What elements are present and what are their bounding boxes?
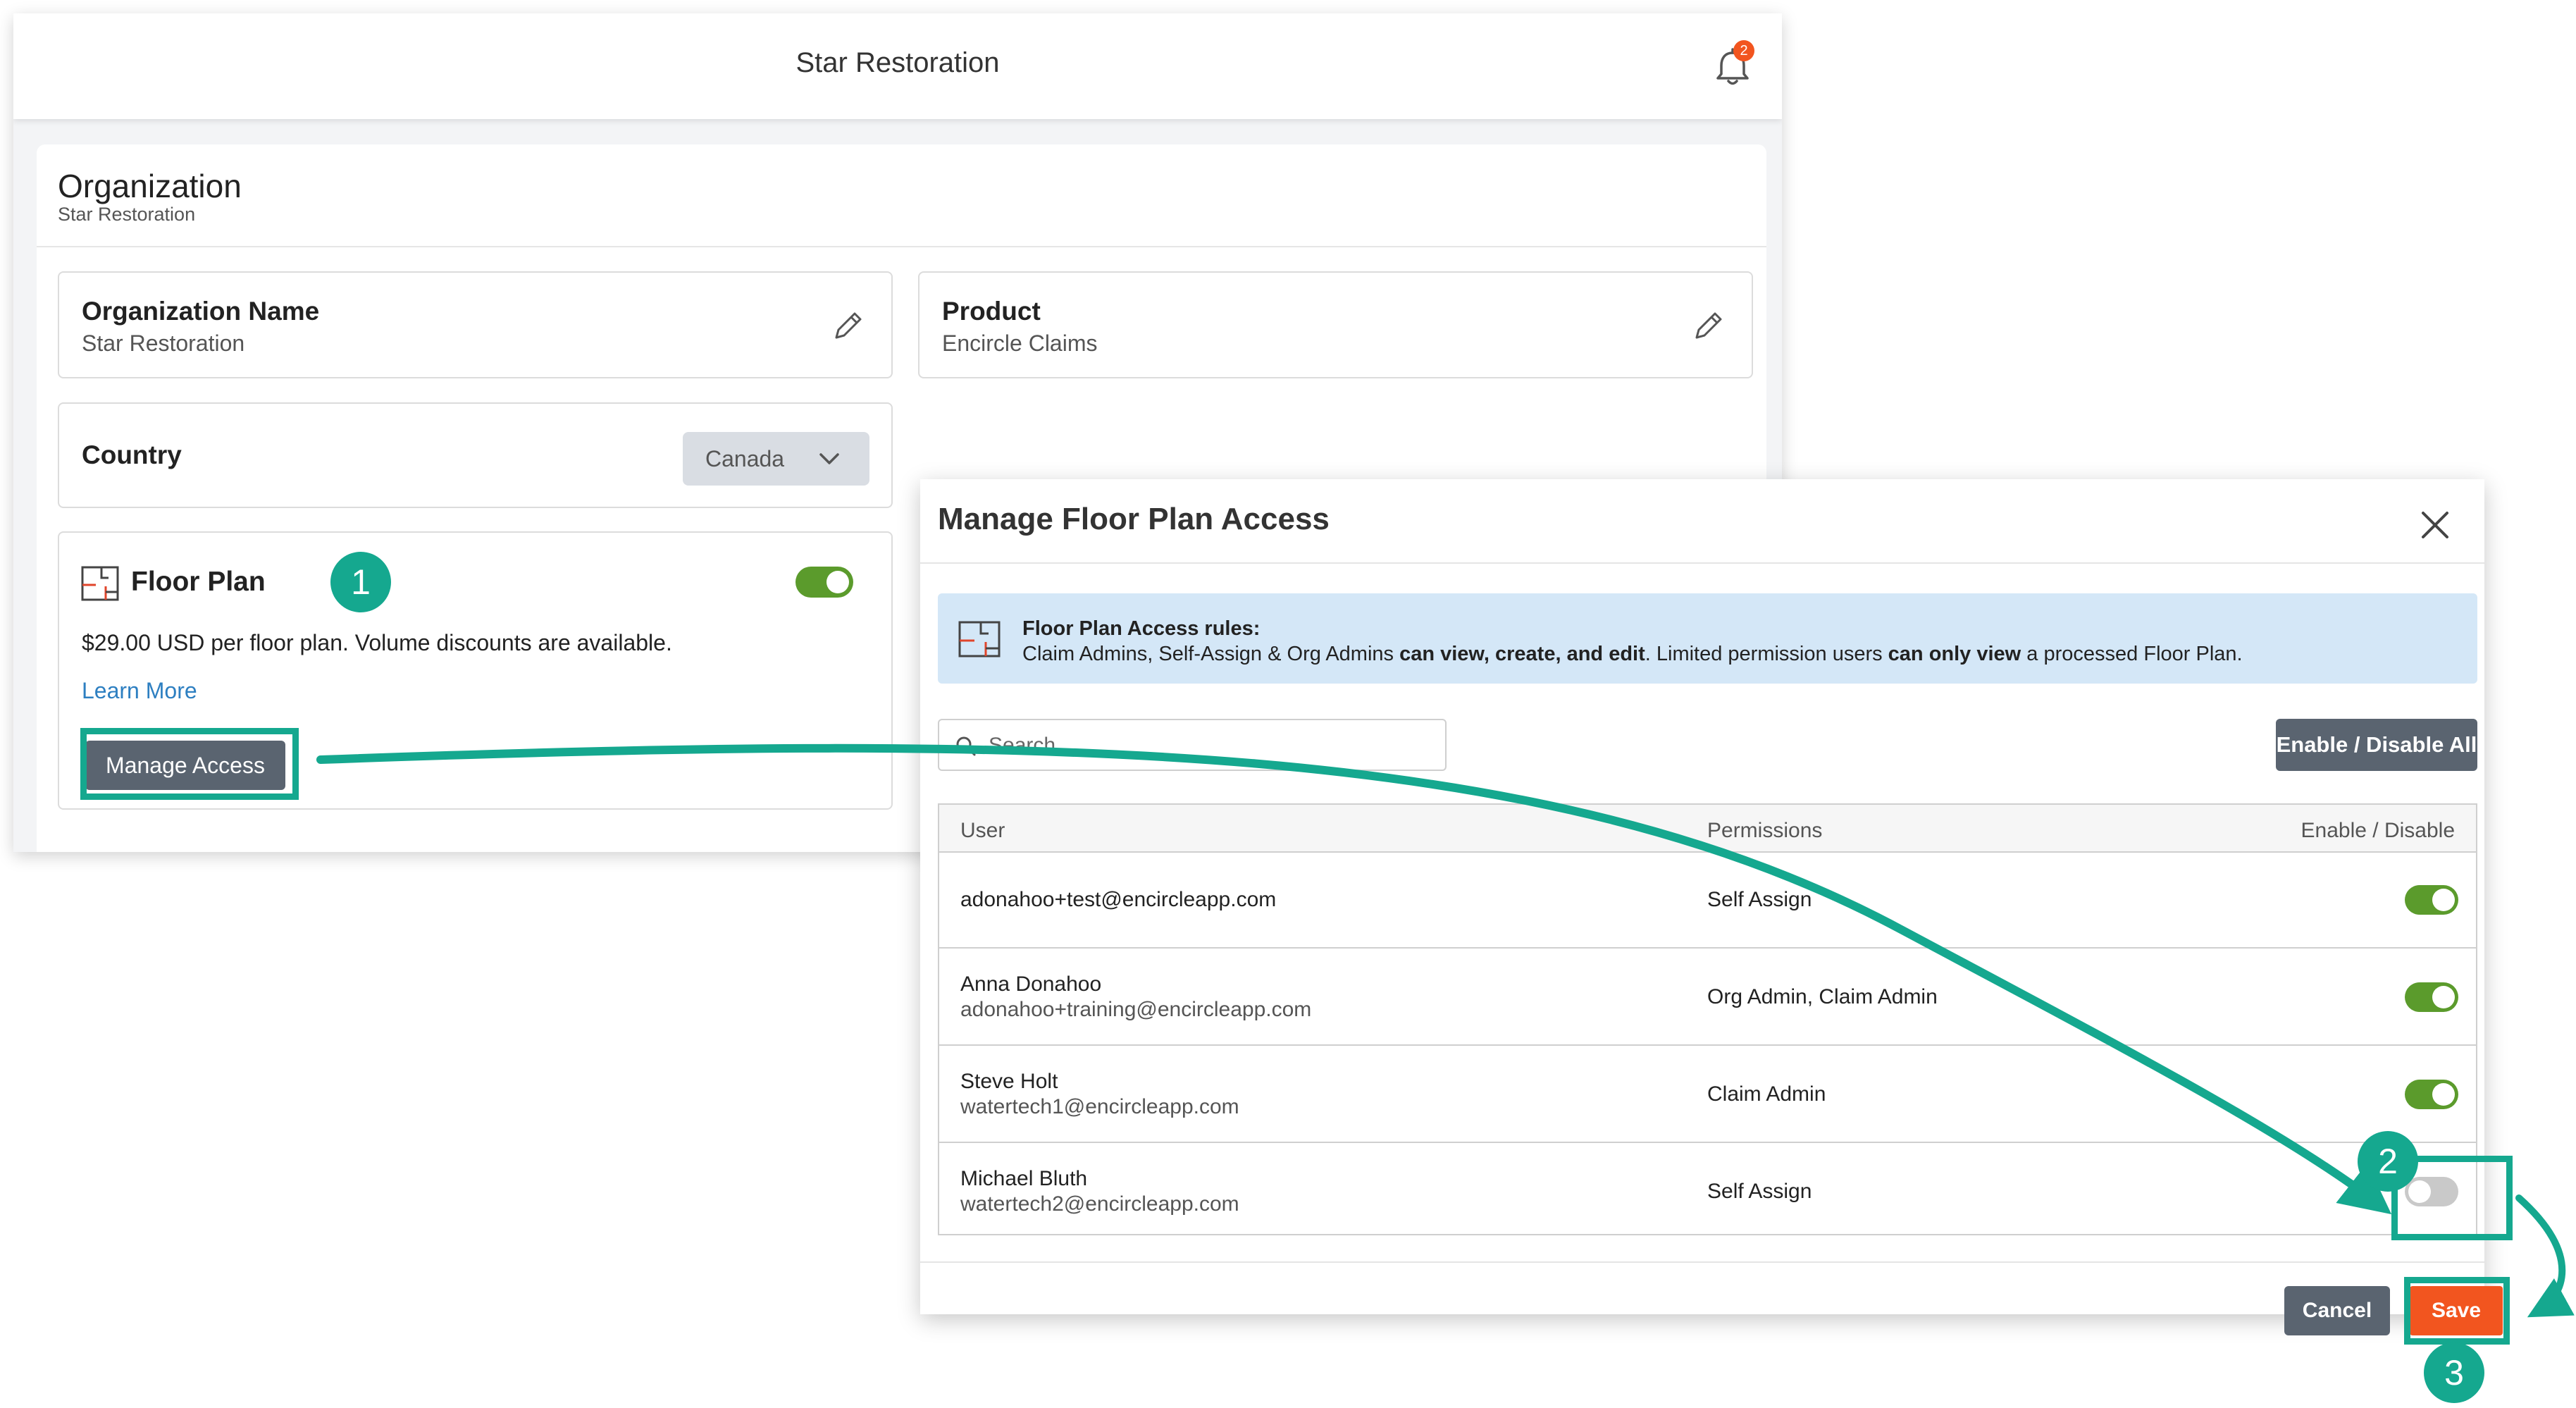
user-name: Michael Bluth bbox=[960, 1167, 1088, 1190]
top-bar: Star Restoration 2 bbox=[13, 13, 1782, 119]
save-highlight bbox=[2404, 1277, 2510, 1345]
search-input[interactable] bbox=[989, 727, 1425, 764]
page-title: Organization bbox=[58, 168, 242, 204]
modal-title: Manage Floor Plan Access bbox=[938, 502, 1330, 536]
user-email: adonahoo+test@encircleapp.com bbox=[960, 888, 1277, 911]
divider bbox=[920, 562, 2484, 564]
search-box bbox=[938, 719, 1447, 771]
enable-disable-all-button[interactable]: Enable / Disable All bbox=[2276, 719, 2477, 771]
access-rules-info-box: Floor Plan Access rules: Claim Admins, S… bbox=[938, 593, 2477, 684]
user-enable-toggle[interactable] bbox=[2405, 1080, 2458, 1109]
chevron-down-icon bbox=[819, 453, 839, 464]
user-name: Anna Donahoo bbox=[960, 972, 1102, 996]
product-value: Encircle Claims bbox=[942, 331, 1098, 356]
user-table: User Permissions Enable / Disable adonah… bbox=[938, 803, 2477, 1235]
search-icon bbox=[956, 736, 976, 756]
divider bbox=[37, 246, 1766, 247]
organization-name-card: Organization Name Star Restoration bbox=[58, 271, 893, 378]
user-permissions: Claim Admin bbox=[1707, 1082, 1826, 1106]
user-permissions: Self Assign bbox=[1707, 888, 1812, 911]
notification-count-badge: 2 bbox=[1733, 40, 1754, 61]
product-card: Product Encircle Claims bbox=[918, 271, 1753, 378]
learn-more-link[interactable]: Learn More bbox=[82, 678, 197, 704]
organization-name-label: Organization Name bbox=[82, 297, 320, 326]
column-header-permissions: Permissions bbox=[1707, 819, 1823, 842]
user-enable-toggle[interactable] bbox=[2405, 885, 2458, 915]
country-select[interactable]: Canada bbox=[683, 432, 869, 486]
country-select-value: Canada bbox=[705, 446, 785, 471]
table-header: User Permissions Enable / Disable bbox=[939, 805, 2476, 853]
floor-plan-toggle[interactable] bbox=[795, 567, 853, 598]
pencil-edit-icon[interactable] bbox=[831, 308, 866, 343]
app-title: Star Restoration bbox=[795, 47, 1000, 78]
close-icon[interactable] bbox=[2410, 500, 2460, 550]
column-header-user: User bbox=[960, 819, 1005, 842]
organization-name-value: Star Restoration bbox=[82, 331, 245, 356]
table-row: Michael Bluth watertech2@encircleapp.com… bbox=[939, 1144, 2476, 1240]
user-enable-toggle[interactable] bbox=[2405, 982, 2458, 1012]
user-email: watertech2@encircleapp.com bbox=[960, 1192, 1239, 1216]
access-rules-title: Floor Plan Access rules: bbox=[1022, 617, 1261, 640]
country-label: Country bbox=[82, 440, 182, 469]
manage-access-highlight bbox=[80, 728, 299, 800]
table-row: Anna Donahoo adonahoo+training@encirclea… bbox=[939, 950, 2476, 1046]
step-1-callout: 1 bbox=[330, 552, 391, 612]
user-name: Steve Holt bbox=[960, 1070, 1058, 1093]
user-permissions: Org Admin, Claim Admin bbox=[1707, 985, 1938, 1008]
page-subtitle: Star Restoration bbox=[58, 204, 196, 225]
cancel-button[interactable]: Cancel bbox=[2284, 1286, 2390, 1335]
step-2-callout: 2 bbox=[2358, 1131, 2418, 1192]
country-card: Country Canada bbox=[58, 402, 893, 508]
manage-floor-plan-access-modal: Manage Floor Plan Access Floor Plan Acce… bbox=[920, 479, 2503, 1335]
floor-plan-icon bbox=[958, 621, 1001, 657]
table-row: Steve Holt watertech1@encircleapp.com Cl… bbox=[939, 1047, 2476, 1143]
access-rules-text: Claim Admins, Self-Assign & Org Admins c… bbox=[1022, 643, 2243, 665]
annotation-arrow bbox=[2515, 1194, 2575, 1318]
floor-plan-title: Floor Plan bbox=[131, 567, 266, 597]
table-row: adonahoo+test@encircleapp.com Self Assig… bbox=[939, 853, 2476, 949]
floor-plan-price: $29.00 USD per floor plan. Volume discou… bbox=[82, 630, 672, 655]
user-email: adonahoo+training@encircleapp.com bbox=[960, 998, 1312, 1021]
step-3-callout: 3 bbox=[2424, 1342, 2484, 1403]
floor-plan-icon bbox=[81, 566, 119, 601]
user-email: watertech1@encircleapp.com bbox=[960, 1095, 1239, 1118]
pencil-edit-icon[interactable] bbox=[1691, 308, 1726, 343]
column-header-enable: Enable / Disable bbox=[2301, 819, 2455, 842]
divider bbox=[920, 1261, 2484, 1263]
product-label: Product bbox=[942, 297, 1041, 326]
user-permissions: Self Assign bbox=[1707, 1180, 1812, 1203]
